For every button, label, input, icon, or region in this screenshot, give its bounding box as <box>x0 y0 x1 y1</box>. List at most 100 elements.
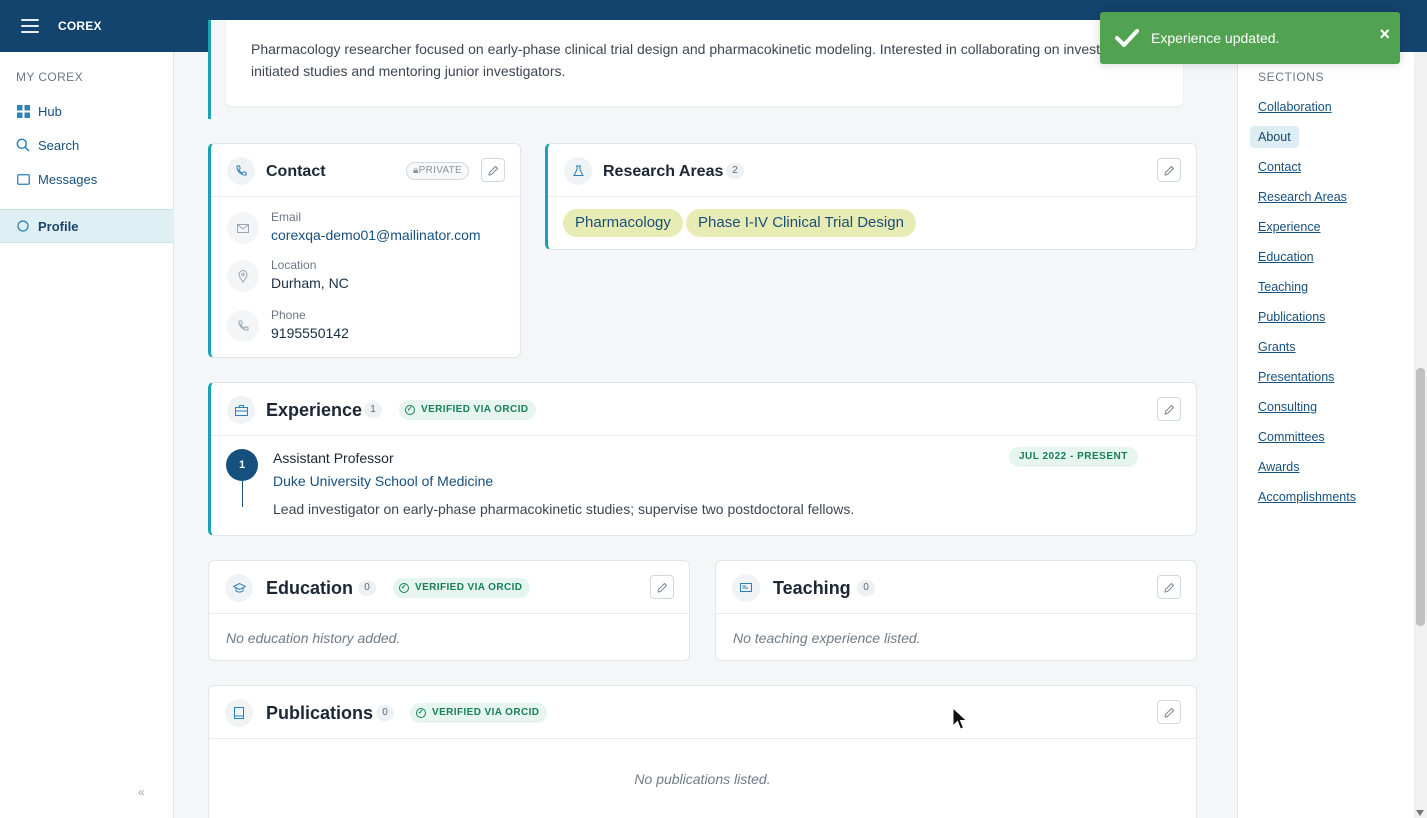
education-count: 0 <box>358 580 376 596</box>
pencil-icon <box>656 582 667 593</box>
phone-value: 9195550142 <box>271 325 349 341</box>
menu-icon[interactable] <box>21 19 39 33</box>
phone-icon <box>227 157 255 185</box>
pencil-icon <box>487 165 498 176</box>
teaching-title: Teaching <box>773 578 851 598</box>
teaching-card: Teaching 0 No teaching experience listed… <box>715 560 1197 661</box>
scroll-down-arrow-icon[interactable] <box>1416 810 1424 816</box>
search-icon <box>16 138 30 152</box>
section-link-research-areas[interactable]: Research Areas <box>1258 190 1347 204</box>
check-circle-icon: ✓ <box>416 708 426 718</box>
research-areas-title: Research Areas <box>603 163 724 180</box>
grid-icon <box>16 104 30 118</box>
sidebar-heading: MY COREX <box>16 70 83 84</box>
section-link-about[interactable]: About <box>1250 126 1299 148</box>
section-link-contact[interactable]: Contact <box>1258 160 1301 174</box>
section-link-teaching[interactable]: Teaching <box>1258 280 1308 294</box>
publications-edit-button[interactable] <box>1157 700 1181 724</box>
publications-count: 0 <box>376 705 394 721</box>
about-text-line1: Pharmacology researcher focused on early… <box>251 41 1140 57</box>
experience-title: Experience <box>266 400 363 420</box>
success-toast: Experience updated. × <box>1100 12 1400 64</box>
mail-icon <box>227 212 259 244</box>
check-circle-icon: ✓ <box>405 405 415 415</box>
education-title: Education <box>266 578 354 598</box>
research-areas-header: Research Areas 2 <box>548 144 1196 197</box>
flask-icon <box>564 157 592 185</box>
teaching-edit-button[interactable] <box>1157 575 1181 599</box>
location-value: Durham, NC <box>271 275 349 291</box>
graduation-cap-icon <box>225 574 253 602</box>
about-text-line2: initiated studies and mentoring junior i… <box>251 63 566 79</box>
page-scrollbar[interactable] <box>1414 52 1427 818</box>
publications-card: Publications 0 ✓ VERIFIED VIA ORCID No pu… <box>208 685 1197 818</box>
private-badge: 🔒︎PRIVATE <box>406 162 470 180</box>
scrollbar-thumb[interactable] <box>1416 368 1425 626</box>
checkmark-icon <box>1115 29 1139 47</box>
section-link-collaboration[interactable]: Collaboration <box>1258 100 1332 114</box>
experience-edit-button[interactable] <box>1157 397 1181 421</box>
sidebar-item-messages[interactable]: Messages <box>0 162 174 196</box>
research-tag: Pharmacology <box>563 209 683 237</box>
phone-label: Phone <box>271 308 306 322</box>
experience-dates: JUL 2022 - PRESENT <box>1009 447 1138 467</box>
section-link-presentations[interactable]: Presentations <box>1258 370 1334 384</box>
contact-card: Contact 🔒︎PRIVATE Email corexqa-demo01@m… <box>208 143 521 358</box>
sidebar-item-label: Hub <box>38 103 62 119</box>
experience-org[interactable]: Duke University School of Medicine <box>273 473 493 489</box>
education-header: Education 0 ✓ VERIFIED VIA ORCID <box>209 561 689 614</box>
section-link-consulting[interactable]: Consulting <box>1258 400 1317 414</box>
section-link-committees[interactable]: Committees <box>1258 430 1325 444</box>
sections-nav: SECTIONS Collaboration About Contact Res… <box>1237 52 1427 818</box>
toast-close-button[interactable]: × <box>1379 24 1390 45</box>
research-areas-card: Research Areas 2 Pharmacology Phase I-IV… <box>545 143 1197 250</box>
teaching-header: Teaching 0 <box>716 561 1196 614</box>
app-brand[interactable]: COREX <box>58 19 102 33</box>
education-empty: No education history added. <box>226 630 401 646</box>
mouse-cursor-icon <box>952 707 968 730</box>
experience-description: Lead investigator on early-phase pharmac… <box>273 501 855 517</box>
pencil-icon <box>1163 707 1174 718</box>
research-areas-edit-button[interactable] <box>1157 158 1181 182</box>
teaching-count: 0 <box>857 580 875 596</box>
email-label: Email <box>271 210 302 224</box>
section-link-publications[interactable]: Publications <box>1258 310 1325 324</box>
sidebar-item-hub[interactable]: Hub <box>0 94 174 128</box>
publications-title: Publications <box>266 703 374 723</box>
location-pin-icon <box>227 260 259 292</box>
sidebar-collapse-button[interactable]: « <box>138 785 145 799</box>
contact-title: Contact <box>266 163 326 180</box>
contact-edit-button[interactable] <box>481 158 505 182</box>
sidebar: MY COREX Hub Search Messages Profile « <box>0 52 174 818</box>
toast-message: Experience updated. <box>1151 30 1280 46</box>
verified-label: VERIFIED VIA ORCID <box>432 707 540 718</box>
section-link-grants[interactable]: Grants <box>1258 340 1296 354</box>
sidebar-item-search[interactable]: Search <box>0 128 174 162</box>
sidebar-item-label: Messages <box>38 171 98 187</box>
about-panel: Pharmacology researcher focused on early… <box>226 20 1183 106</box>
location-label: Location <box>271 258 317 272</box>
education-edit-button[interactable] <box>650 575 674 599</box>
verified-orcid-badge: ✓ VERIFIED VIA ORCID <box>410 703 548 723</box>
publications-empty: No publications listed. <box>634 771 771 787</box>
sections-heading: SECTIONS <box>1258 70 1325 84</box>
section-link-experience[interactable]: Experience <box>1258 220 1321 234</box>
publications-header: Publications 0 ✓ VERIFIED VIA ORCID <box>209 686 1196 739</box>
timeline-line <box>242 481 243 507</box>
verified-orcid-badge: ✓ VERIFIED VIA ORCID <box>399 400 537 420</box>
pencil-icon <box>1163 165 1174 176</box>
section-link-education[interactable]: Education <box>1258 250 1314 264</box>
contact-card-header: Contact 🔒︎PRIVATE <box>211 144 520 197</box>
research-tag: Phase I-IV Clinical Trial Design <box>686 209 916 237</box>
message-icon <box>16 172 30 186</box>
about-section: Pharmacology researcher focused on early… <box>208 20 1197 119</box>
verified-orcid-badge: ✓ VERIFIED VIA ORCID <box>393 578 531 598</box>
sidebar-item-profile[interactable]: Profile <box>0 209 174 243</box>
book-icon <box>225 699 253 727</box>
section-link-accomplishments[interactable]: Accomplishments <box>1258 490 1356 504</box>
section-link-awards[interactable]: Awards <box>1258 460 1299 474</box>
email-link[interactable]: corexqa-demo01@mailinator.com <box>271 227 481 243</box>
experience-header: Experience 1 ✓ VERIFIED VIA ORCID <box>211 383 1196 436</box>
sidebar-item-label: Profile <box>38 218 79 234</box>
experience-count: 1 <box>364 402 382 418</box>
